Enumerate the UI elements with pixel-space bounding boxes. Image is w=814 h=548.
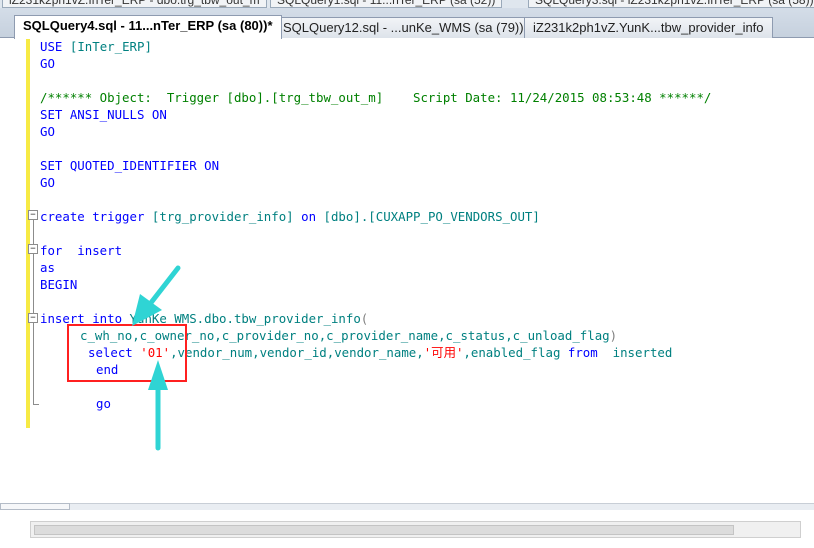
- document-tab-bar: SQLQuery4.sql - 11...nTer_ERP (sa (80))*…: [0, 8, 814, 39]
- annotation-arrows: [132, 265, 181, 451]
- results-pane-tab[interactable]: [0, 503, 70, 510]
- horizontal-scrollbar[interactable]: [30, 521, 801, 538]
- tab-tbw-provider-info[interactable]: iZ231k2ph1vZ.YunK...tbw_provider_info: [524, 17, 773, 38]
- scrollbar-thumb[interactable]: [34, 525, 734, 535]
- tab-sqlquery4[interactable]: SQLQuery4.sql - 11...nTer_ERP (sa (80))*: [14, 15, 282, 39]
- clipped-tab-strip: iZ231k2ph1vZ.InTer_ERP - dbo.trg_tbw_out…: [0, 0, 814, 8]
- clipped-tab[interactable]: SQLQuery3.sql - iZ231k2ph1vZ.InTer_ERP (…: [528, 0, 814, 8]
- tab-sqlquery12[interactable]: SQLQuery12.sql - ...unKe_WMS (sa (79)): [274, 17, 533, 38]
- clipped-tab[interactable]: SQLQuery1.sql - 11...nTer_ERP (sa (52)): [270, 0, 503, 8]
- arrow-down-left: [132, 265, 181, 326]
- query-editor[interactable]: − − − USE [InTer_ERP] GO /****** Object:…: [0, 38, 814, 548]
- arrow-up: [148, 360, 168, 451]
- status-strip: [0, 503, 814, 510]
- clipped-tab[interactable]: iZ231k2ph1vZ.InTer_ERP - dbo.trg_tbw_out…: [2, 0, 267, 8]
